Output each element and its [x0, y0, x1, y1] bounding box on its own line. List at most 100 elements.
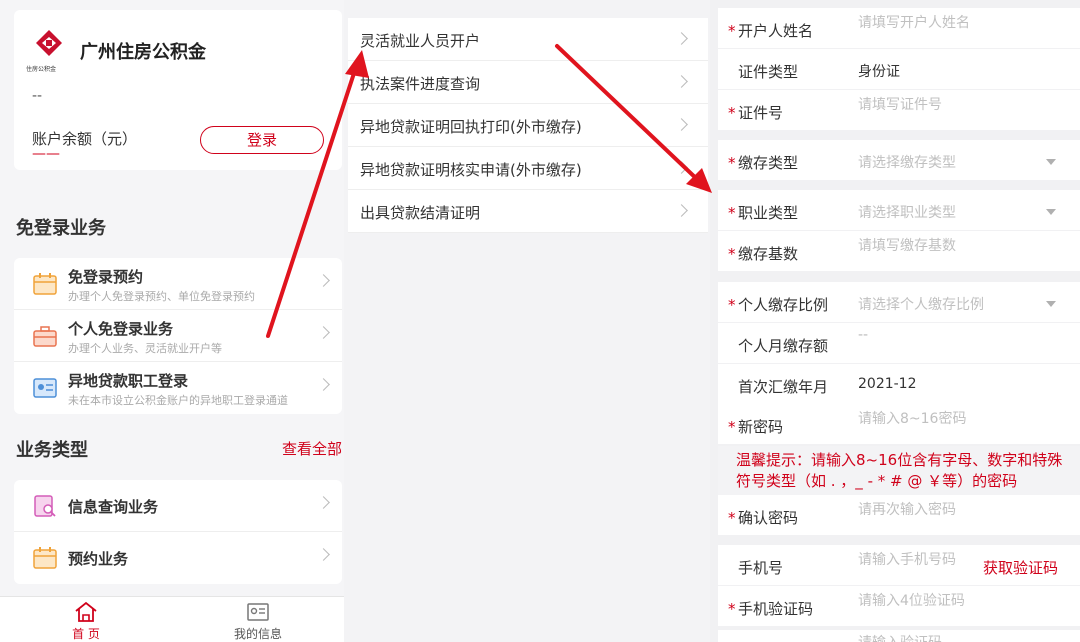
list-item-appointment[interactable]: 预约业务	[14, 532, 342, 584]
account-opening-form: * 开户人姓名 请填写开户人姓名 证件类型 身份证 * 证件号 请填写证件号 *…	[710, 0, 1080, 642]
phone-placeholder: 请输入手机号码	[858, 552, 956, 568]
password-tip: 温馨提示：请输入8~16位含有字母、数字和特殊符号类型（如 . ，_ - * #…	[718, 446, 1080, 496]
tab-label: 首 页	[72, 627, 100, 641]
field-new-password[interactable]: * 新密码 请输入8~16密码	[718, 404, 1080, 444]
monthly-deposit-value: --	[858, 327, 869, 343]
document-search-icon	[32, 494, 58, 518]
calendar-icon	[32, 272, 58, 296]
field-sms-code[interactable]: * 手机验证码 请输入4位验证码	[718, 586, 1080, 626]
tab-home[interactable]: 首 页	[0, 597, 172, 642]
field-account-holder-name[interactable]: * 开户人姓名 请填写开户人姓名	[718, 8, 1080, 48]
required-mark: *	[728, 296, 736, 314]
list-item-info-query[interactable]: 信息查询业务	[14, 480, 342, 532]
balance-value: ——	[32, 146, 60, 162]
free-login-list: 免登录预约 办理个人免登录预约、单位免登录预约 个人免登录业务 办理个人业务、灵…	[14, 258, 342, 414]
field-job-type-select[interactable]: * 职业类型 请选择职业类型	[718, 190, 1080, 230]
menu-item-flexible-employment-account[interactable]: 灵活就业人员开户	[348, 18, 708, 61]
menu-item-loan-settlement-certificate[interactable]: 出具贷款结清证明	[348, 190, 708, 233]
brand: 住房公积金 广州住房公积金	[26, 28, 206, 74]
field-label: 新密码	[738, 418, 784, 436]
get-verification-code-button[interactable]: 获取验证码	[983, 557, 1058, 578]
field-label: 手机号	[738, 559, 784, 577]
org-name: 广州住房公积金	[80, 42, 206, 63]
chevron-right-icon	[317, 548, 330, 561]
required-mark: *	[728, 104, 736, 122]
field-label: 确认密码	[738, 509, 799, 527]
row-title: 预约业务	[68, 550, 129, 568]
first-month-value: 2021-12	[858, 376, 917, 392]
chevron-right-icon	[317, 496, 330, 509]
field-personal-ratio-select[interactable]: * 个人缴存比例 请选择个人缴存比例	[718, 282, 1080, 322]
calendar-icon	[32, 546, 58, 570]
ratio-placeholder: 请选择个人缴存比例	[858, 297, 984, 313]
row-subtitle: 未在本市设立公积金账户的异地职工登录通道	[68, 394, 288, 407]
field-phone[interactable]: 手机号 请输入手机号码 获取验证码	[718, 545, 1080, 585]
row-title: 信息查询业务	[68, 498, 159, 516]
field-id-type[interactable]: 证件类型 身份证	[718, 49, 1080, 89]
field-confirm-password[interactable]: * 确认密码 请再次输入密码	[718, 495, 1080, 535]
required-mark: *	[728, 22, 736, 40]
menu-item-label: 灵活就业人员开户	[360, 32, 481, 50]
field-label: 职业类型	[738, 204, 799, 222]
tab-my-info[interactable]: 我的信息	[172, 597, 344, 642]
deposit-type-placeholder: 请选择缴存类型	[858, 155, 956, 171]
business-menu-list: 灵活就业人员开户 执法案件进度查询 异地贷款证明回执打印(外市缴存) 异地贷款证…	[348, 18, 708, 233]
new-password-placeholder: 请输入8~16密码	[858, 411, 967, 427]
chevron-right-icon	[675, 161, 688, 174]
list-item-remote-loan-login[interactable]: 异地贷款职工登录 未在本市设立公积金账户的异地职工登录通道	[14, 362, 342, 414]
menu-item-remote-loan-verify-request[interactable]: 异地贷款证明核实申请(外市缴存)	[348, 147, 708, 190]
field-label: 证件号	[738, 104, 784, 122]
chevron-right-icon	[317, 326, 330, 339]
dropdown-caret-icon	[1046, 209, 1056, 215]
field-captcha[interactable]: 请输入验证码	[718, 630, 1080, 642]
menu-item-case-progress-query[interactable]: 执法案件进度查询	[348, 61, 708, 104]
id-type-value: 身份证	[858, 64, 900, 80]
job-type-placeholder: 请选择职业类型	[858, 205, 956, 221]
confirm-password-placeholder: 请再次输入密码	[858, 502, 956, 518]
tab-label: 我的信息	[233, 627, 282, 641]
menu-item-remote-loan-receipt-print[interactable]: 异地贷款证明回执打印(外市缴存)	[348, 104, 708, 147]
row-title: 异地贷款职工登录	[68, 372, 189, 390]
field-label: 证件类型	[738, 63, 799, 81]
chevron-right-icon	[675, 75, 688, 88]
required-mark: *	[728, 600, 736, 618]
menu-item-label: 执法案件进度查询	[360, 75, 481, 93]
field-monthly-deposit: 个人月缴存额 --	[718, 323, 1080, 363]
briefcase-icon	[32, 324, 58, 348]
login-button[interactable]: 登录	[200, 126, 324, 154]
account-card: 住房公积金 广州住房公积金 -- 账户余额（元） —— 登录	[14, 10, 342, 170]
field-id-number[interactable]: * 证件号 请填写证件号	[718, 90, 1080, 130]
row-subtitle: 办理个人免登录预约、单位免登录预约	[68, 290, 255, 303]
business-menu-screen: 灵活就业人员开户 执法案件进度查询 异地贷款证明回执打印(外市缴存) 异地贷款证…	[344, 0, 710, 642]
deposit-base-placeholder: 请填写缴存基数	[858, 238, 956, 254]
field-label: 开户人姓名	[738, 22, 814, 40]
menu-item-label: 异地贷款证明回执打印(外市缴存)	[360, 118, 582, 136]
chevron-right-icon	[675, 204, 688, 217]
menu-item-label: 异地贷款证明核实申请(外市缴存)	[360, 161, 582, 179]
field-deposit-base[interactable]: * 缴存基数 请填写缴存基数	[718, 231, 1080, 271]
list-item-free-appointment[interactable]: 免登录预约 办理个人免登录预约、单位免登录预约	[14, 258, 342, 310]
list-item-personal-free-business[interactable]: 个人免登录业务 办理个人业务、灵活就业开户等	[14, 310, 342, 362]
field-label: 缴存基数	[738, 245, 799, 263]
account-id-placeholder: --	[32, 88, 43, 104]
bottom-tab-bar: 首 页 我的信息	[0, 596, 344, 642]
chevron-right-icon	[675, 32, 688, 45]
view-all-link[interactable]: 查看全部	[282, 438, 342, 459]
required-mark: *	[728, 204, 736, 222]
field-label: 个人月缴存额	[738, 337, 829, 355]
sms-code-placeholder: 请输入4位验证码	[858, 593, 965, 609]
required-mark: *	[728, 154, 736, 172]
id-card-icon	[32, 376, 58, 400]
captcha-placeholder: 请输入验证码	[858, 632, 942, 642]
required-mark: *	[728, 418, 736, 436]
field-label: 首次汇缴年月	[738, 378, 829, 396]
business-type-list: 信息查询业务 预约业务	[14, 480, 342, 584]
menu-item-label: 出具贷款结清证明	[360, 204, 481, 222]
chevron-right-icon	[317, 378, 330, 391]
field-deposit-type-select[interactable]: * 缴存类型 请选择缴存类型	[718, 140, 1080, 180]
required-mark: *	[728, 509, 736, 527]
field-label: 个人缴存比例	[738, 296, 829, 314]
field-label: 缴存类型	[738, 154, 799, 172]
profile-card-icon	[246, 601, 270, 623]
field-first-deposit-month[interactable]: 首次汇缴年月 2021-12	[718, 364, 1080, 404]
